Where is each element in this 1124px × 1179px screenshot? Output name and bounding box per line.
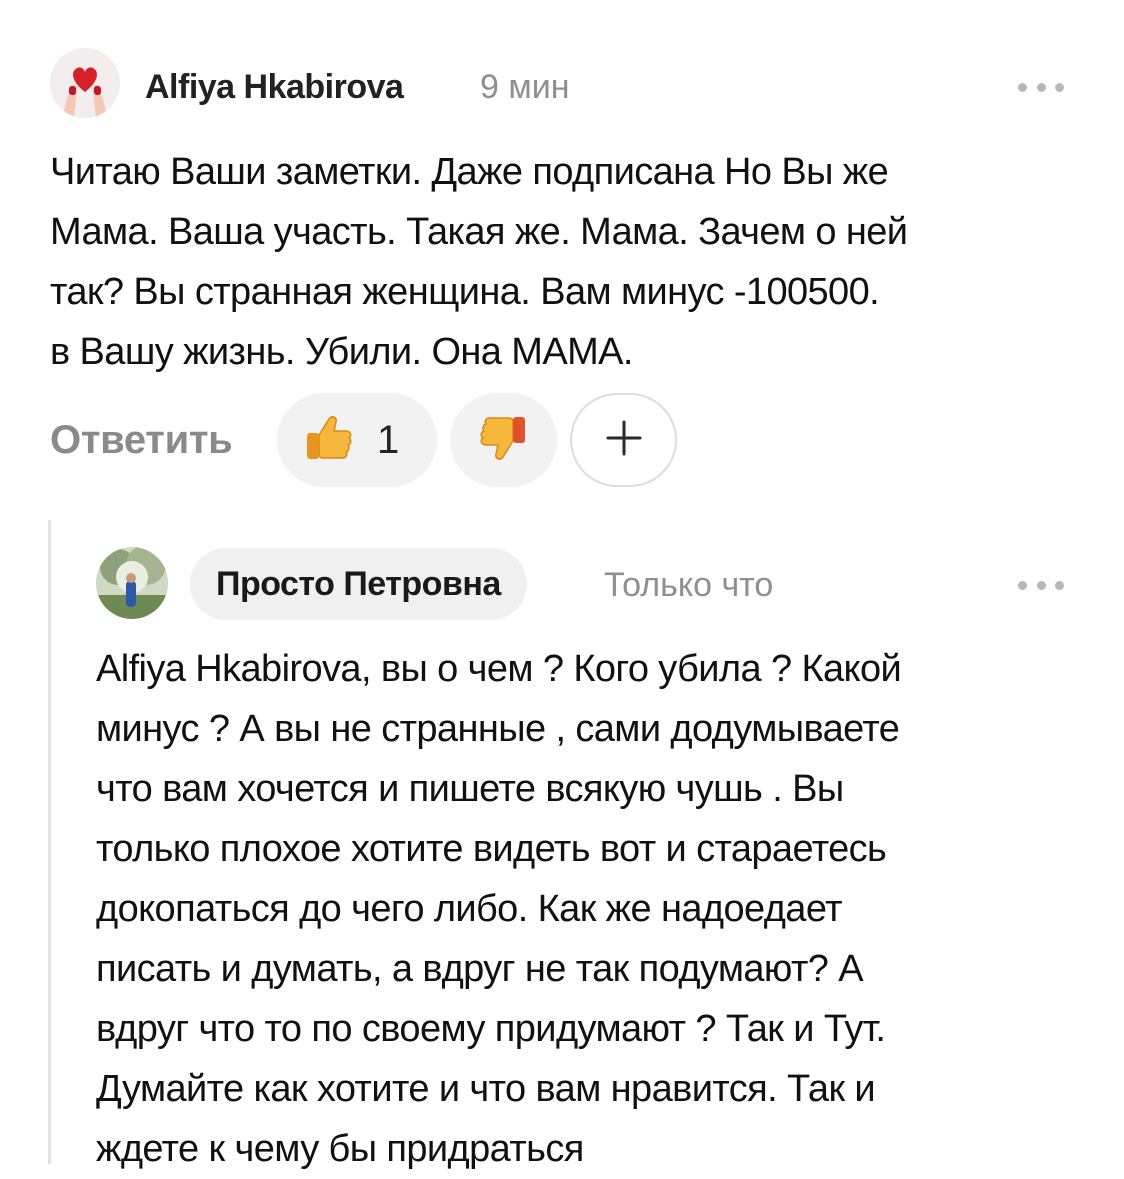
dislike-button[interactable] <box>450 393 557 487</box>
comment-text: Читаю Ваши заметки. Даже подписана Но Вы… <box>50 151 908 373</box>
comment-author[interactable]: Alfiya Hkabirova <box>145 68 404 107</box>
thumbs-down-icon <box>477 411 531 470</box>
reply-time: Только что <box>604 566 774 604</box>
reply-avatar[interactable] <box>96 547 168 619</box>
add-reaction-button[interactable] <box>570 393 677 487</box>
comment-time: 9 мин <box>480 68 570 106</box>
like-count: 1 <box>377 417 400 462</box>
more-options-icon[interactable] <box>1018 577 1064 593</box>
avatar[interactable] <box>50 48 120 118</box>
reply-button[interactable]: Ответить <box>50 418 233 463</box>
reply-text: Alfiya Hkabirova, вы о чем ? Кого убила … <box>96 648 902 1170</box>
thread-line <box>48 520 51 1164</box>
plus-icon <box>604 418 644 463</box>
more-options-icon[interactable] <box>1018 79 1064 95</box>
reply-author[interactable]: Просто Петровна <box>190 548 527 620</box>
like-button[interactable]: 1 <box>277 393 437 487</box>
thumbs-up-icon <box>301 411 355 470</box>
